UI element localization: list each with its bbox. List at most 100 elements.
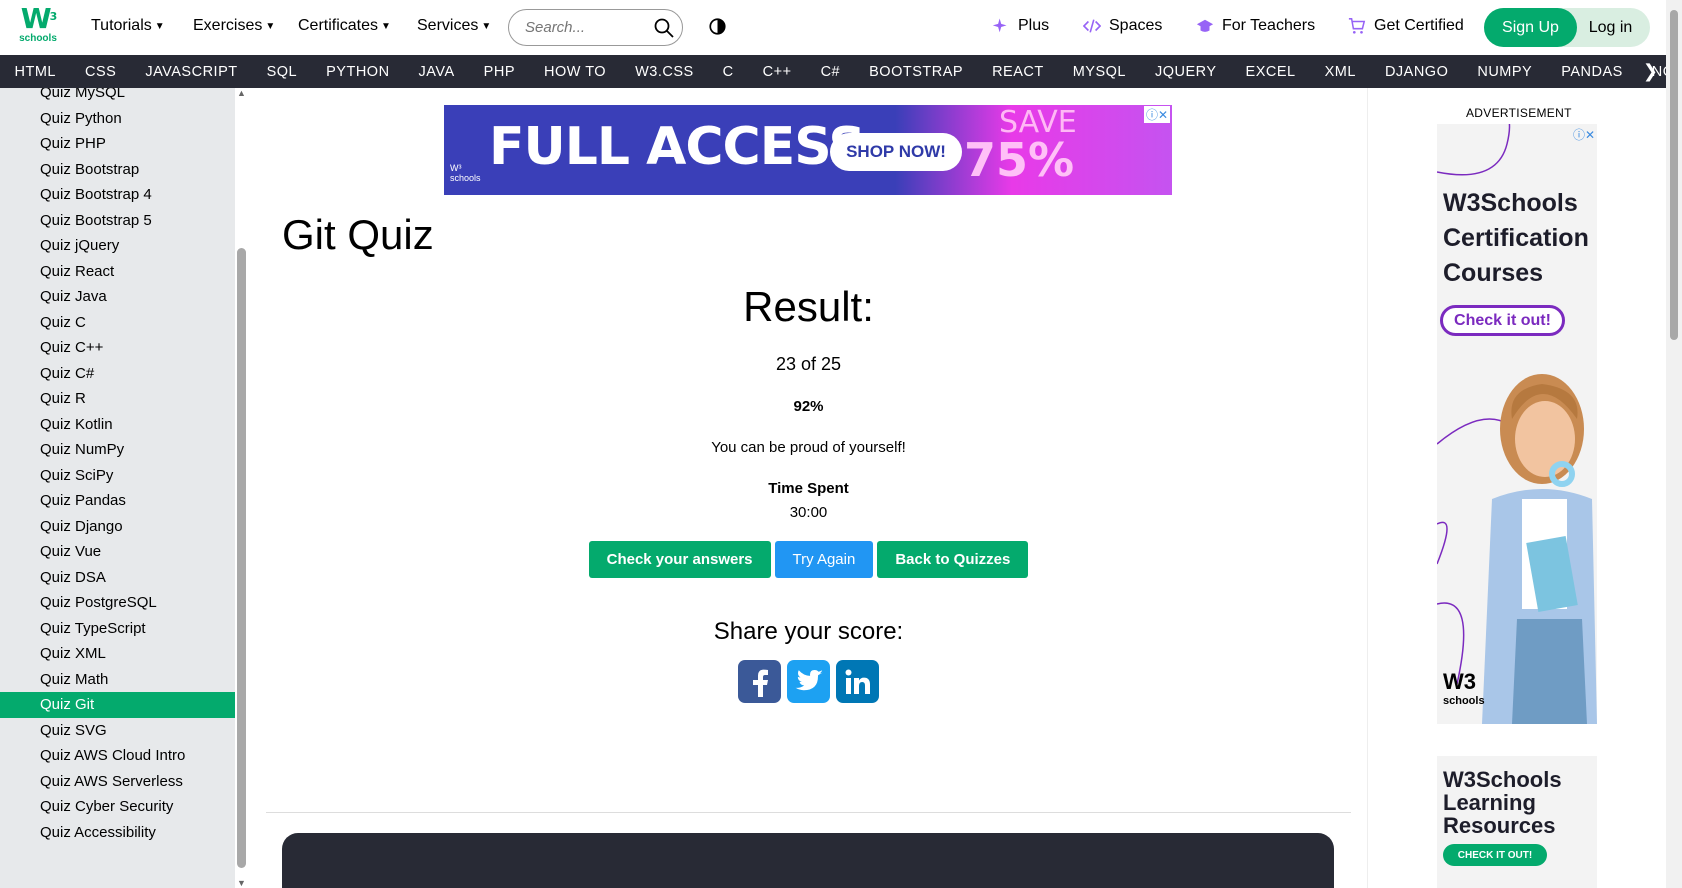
sidebar-item[interactable]: Quiz R — [0, 386, 235, 412]
side-ad-headline-line: W3Schools — [1443, 189, 1578, 217]
sidebar-scrollbar[interactable]: ▲ ▼ — [235, 88, 249, 888]
lang-link[interactable]: DJANGO — [1370, 64, 1462, 80]
lang-link[interactable]: C# — [806, 64, 855, 80]
ad-logo-icon: W³ schools — [450, 163, 481, 183]
lang-link[interactable]: C — [708, 64, 748, 80]
lang-link[interactable]: CSS — [70, 64, 130, 80]
lang-link[interactable]: REACT — [978, 64, 1059, 80]
log-in-button[interactable]: Log in — [1577, 8, 1650, 47]
chevron-right-icon[interactable]: ❯ — [1643, 61, 1658, 82]
side-ad-cta-button[interactable]: Check it out! — [1440, 305, 1565, 336]
sidebar-item[interactable]: Quiz PHP — [0, 131, 235, 157]
lang-link[interactable]: SQL — [252, 64, 312, 80]
sidebar-item[interactable]: Quiz Vue — [0, 539, 235, 565]
plus-label: Plus — [1018, 17, 1050, 34]
result-score: 23 of 25 — [775, 354, 842, 374]
ad-close-icon[interactable]: ⓘ✕ — [1143, 106, 1170, 123]
sidebar-scroll-thumb[interactable] — [237, 248, 246, 868]
lang-link[interactable]: JAVASCRIPT — [131, 64, 252, 80]
sidebar-item[interactable]: Quiz NumPy — [0, 437, 235, 463]
search-icon[interactable] — [654, 18, 674, 38]
linkedin-share-button[interactable] — [836, 660, 879, 703]
quiz-sidebar: Quiz MySQL Quiz Python Quiz PHP Quiz Bootst… — [0, 88, 235, 888]
search-box — [508, 9, 683, 46]
sidebar-item[interactable]: Quiz XML — [0, 641, 235, 667]
lang-link[interactable]: JAVA — [404, 64, 469, 80]
sidebar-item[interactable]: Quiz SciPy — [0, 463, 235, 489]
sidebar-item[interactable]: Quiz Math — [0, 667, 235, 693]
lang-link[interactable]: C++ — [748, 64, 806, 80]
side-ad-headline: W3Schools Certification Courses — [1443, 186, 1589, 291]
sidebar-item[interactable]: Quiz Django — [0, 514, 235, 540]
lang-link[interactable]: W3.CSS — [621, 64, 709, 80]
certificates-menu[interactable]: Certificates ▼ — [298, 17, 391, 35]
search-input[interactable] — [525, 19, 645, 36]
tutorials-menu[interactable]: Tutorials ▼ — [91, 17, 165, 35]
sidebar-item[interactable]: Quiz SVG — [0, 718, 235, 744]
side-ad-brand: W3 schools — [1443, 669, 1485, 707]
services-label: Services — [417, 17, 479, 34]
sidebar-item[interactable]: Quiz C# — [0, 361, 235, 387]
sidebar-item[interactable]: Quiz Kotlin — [0, 412, 235, 438]
plus-link[interactable]: Plus — [992, 17, 1049, 35]
sidebar-item[interactable]: Quiz React — [0, 259, 235, 285]
banner-shop-button[interactable]: SHOP NOW! — [830, 133, 962, 171]
lang-link[interactable]: EXCEL — [1231, 64, 1310, 80]
sidebar-item[interactable]: Quiz AWS Serverless — [0, 769, 235, 795]
lang-link[interactable]: HOW TO — [530, 64, 621, 80]
get-certified-link[interactable]: Get Certified — [1348, 17, 1464, 35]
exercises-menu[interactable]: Exercises ▼ — [193, 17, 275, 35]
sidebar-item[interactable]: Quiz AWS Cloud Intro — [0, 743, 235, 769]
sidebar-item[interactable]: Quiz Pandas — [0, 488, 235, 514]
cart-icon — [1348, 18, 1366, 34]
spaces-link[interactable]: Spaces — [1083, 17, 1162, 35]
lang-link[interactable]: NUMPY — [1463, 64, 1547, 80]
sidebar-item[interactable]: Quiz jQuery — [0, 233, 235, 259]
lang-link[interactable]: BOOTSTRAP — [855, 64, 978, 80]
scroll-down-arrow-icon[interactable]: ▼ — [237, 878, 246, 888]
lang-link[interactable]: PHP — [469, 64, 529, 80]
try-again-button[interactable]: Try Again — [774, 541, 874, 578]
lang-link[interactable]: XML — [1310, 64, 1370, 80]
side-ad-certification[interactable]: ⓘ✕ W3Schools Certification Courses Check… — [1437, 124, 1597, 724]
twitter-share-button[interactable] — [787, 660, 830, 703]
back-to-quizzes-button[interactable]: Back to Quizzes — [877, 541, 1029, 578]
sidebar-item[interactable]: Quiz Bootstrap 5 — [0, 208, 235, 234]
sidebar-item[interactable]: Quiz TypeScript — [0, 616, 235, 642]
ad-close-icon[interactable]: ⓘ✕ — [1573, 126, 1595, 143]
lang-link[interactable]: HTML — [0, 64, 70, 80]
tutorials-label: Tutorials — [91, 17, 152, 34]
lang-link[interactable]: PANDAS — [1547, 64, 1638, 80]
dark-mode-toggle-icon[interactable] — [709, 18, 726, 35]
check-answers-button[interactable]: Check your answers — [588, 541, 771, 578]
sign-up-button[interactable]: Sign Up — [1484, 8, 1577, 47]
side-ad2-headline-line: Learning — [1443, 790, 1536, 815]
for-teachers-link[interactable]: For Teachers — [1196, 17, 1315, 35]
sidebar-item[interactable]: Quiz MySQL — [0, 88, 235, 106]
page-scrollbar[interactable] — [1666, 0, 1682, 888]
sidebar-item[interactable]: Quiz Python — [0, 106, 235, 132]
lang-link[interactable]: JQUERY — [1140, 64, 1231, 80]
services-menu[interactable]: Services ▼ — [417, 17, 491, 35]
sidebar-item[interactable]: Quiz Accessibility — [0, 820, 235, 846]
lang-link[interactable]: PYTHON — [312, 64, 404, 80]
lang-link[interactable]: MYSQL — [1058, 64, 1140, 80]
facebook-share-button[interactable] — [738, 660, 781, 703]
twitter-icon — [795, 669, 823, 690]
sidebar-item[interactable]: Quiz Git — [0, 692, 235, 718]
sidebar-item[interactable]: Quiz C++ — [0, 335, 235, 361]
sidebar-item[interactable]: Quiz Bootstrap — [0, 157, 235, 183]
sidebar-item[interactable]: Quiz DSA — [0, 565, 235, 591]
side-ad2-cta-button[interactable]: CHECK IT OUT! — [1443, 844, 1547, 866]
sidebar-item[interactable]: Quiz C — [0, 310, 235, 336]
sidebar-item[interactable]: Quiz PostgreSQL — [0, 590, 235, 616]
w3schools-logo[interactable]: W3 schools — [16, 4, 60, 50]
sidebar-item[interactable]: Quiz Java — [0, 284, 235, 310]
sidebar-item[interactable]: Quiz Cyber Security — [0, 794, 235, 820]
banner-ad[interactable]: W³ schools FULL ACCESS SHOP NOW! SAVE 75%… — [444, 105, 1172, 195]
sidebar-item[interactable]: Quiz Bootstrap 4 — [0, 182, 235, 208]
scroll-up-arrow-icon[interactable]: ▲ — [237, 88, 246, 98]
side-ad-learning-resources[interactable]: W3Schools Learning Resources CHECK IT OU… — [1437, 756, 1597, 888]
page-scroll-thumb[interactable] — [1670, 10, 1678, 340]
sparkle-icon — [992, 18, 1007, 33]
